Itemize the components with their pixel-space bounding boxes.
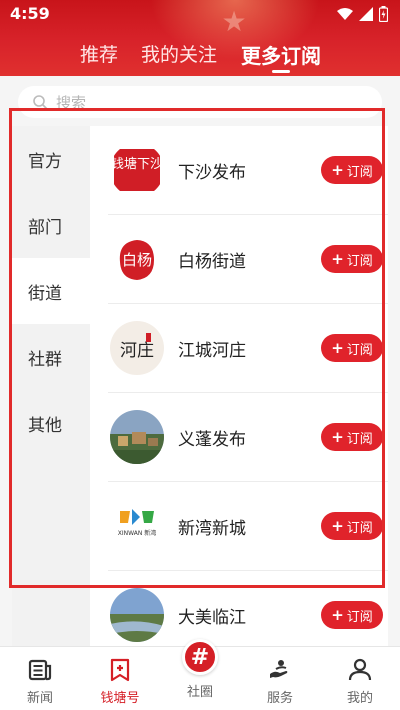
subscribe-button[interactable]: + 订阅 xyxy=(321,334,383,362)
subscribe-label: 订阅 xyxy=(346,342,373,358)
tab-recommend[interactable]: 推荐 xyxy=(80,40,118,67)
sidebar-item-community[interactable]: 社群 xyxy=(12,324,90,390)
row-name: 义蓬发布 xyxy=(178,430,246,450)
sidebar-item-label: 官方 xyxy=(28,151,62,172)
search-area: 搜索 xyxy=(0,76,400,124)
avatar xyxy=(110,410,164,464)
sidebar-item-label: 社群 xyxy=(28,349,62,370)
nav-label: 新闻 xyxy=(26,691,53,706)
plus-icon: + xyxy=(331,339,344,357)
plus-icon: + xyxy=(331,606,344,624)
avatar: XINWAN 新湾 xyxy=(110,499,164,553)
sidebar-item-official[interactable]: 官方 xyxy=(12,126,90,192)
tab-indicator xyxy=(272,70,290,73)
sidebar-item-department[interactable]: 部门 xyxy=(12,192,90,258)
linjiang-photo-icon xyxy=(110,588,164,642)
tab-more-subscriptions[interactable]: 更多订阅 xyxy=(241,40,321,69)
logo-text: XINWAN 新湾 xyxy=(118,529,156,537)
header: ★ 4:59 推荐 我的关注 更多订阅 xyxy=(0,0,400,76)
plus-icon: + xyxy=(331,250,344,268)
sidebar-item-label: 部门 xyxy=(28,217,62,238)
list-item[interactable]: 白杨 白杨街道 + 订阅 xyxy=(90,215,388,304)
status-time: 4:59 xyxy=(10,4,50,23)
nav-mine[interactable]: 我的 xyxy=(320,657,400,706)
top-tabs: 推荐 我的关注 更多订阅 xyxy=(0,40,400,74)
subscribe-button[interactable]: + 订阅 xyxy=(321,601,383,629)
subscribe-label: 订阅 xyxy=(346,253,373,269)
nav-service[interactable]: 服务 xyxy=(240,657,320,706)
nav-label: 服务 xyxy=(266,691,293,706)
sidebar-item-label: 街道 xyxy=(28,283,62,304)
wifi-icon xyxy=(337,8,353,20)
service-icon xyxy=(270,660,288,678)
subscribe-button[interactable]: + 订阅 xyxy=(321,156,383,184)
row-name: 江城河庄 xyxy=(178,341,246,361)
search-placeholder: 搜索 xyxy=(56,93,87,112)
row-name: 新湾新城 xyxy=(178,519,246,539)
nav-qiantanghao[interactable]: 钱塘号 xyxy=(80,657,160,706)
list-item[interactable]: XINWAN 新湾 新湾新城 + 订阅 xyxy=(90,482,388,571)
signal-icon xyxy=(359,7,373,21)
nav-shequan[interactable]: 社圈 xyxy=(160,677,240,700)
avatar: 白杨 xyxy=(110,232,164,286)
nav-label: 社圈 xyxy=(186,685,213,700)
xinwan-logo-icon: XINWAN 新湾 xyxy=(118,509,156,537)
avatar: 钱塘下沙 xyxy=(110,143,164,197)
status-icons xyxy=(337,6,388,22)
row-name: 白杨街道 xyxy=(178,252,246,272)
yipeng-photo-icon xyxy=(110,410,164,464)
row-name: 下沙发布 xyxy=(178,163,246,183)
subscribe-label: 订阅 xyxy=(346,520,373,536)
plus-icon: + xyxy=(331,517,344,535)
search-icon xyxy=(33,95,48,110)
search-input[interactable]: 搜索 xyxy=(18,86,382,118)
sidebar-item-label: 其他 xyxy=(28,415,62,436)
list-item[interactable]: 大美临江 + 订阅 xyxy=(90,571,388,646)
hashtag-icon[interactable]: # xyxy=(182,639,218,675)
hezhuang-logo-icon: 河庄 xyxy=(120,333,154,361)
row-name: 大美临江 xyxy=(178,608,246,628)
nav-label: 我的 xyxy=(346,691,373,706)
list-item[interactable]: 河庄 江城河庄 + 订阅 xyxy=(90,304,388,393)
subscribe-label: 订阅 xyxy=(346,431,373,447)
category-sidebar: 官方 部门 街道 社群 其他 xyxy=(12,126,90,646)
baiyang-logo-icon: 白杨 xyxy=(119,240,154,280)
logo-text: 钱塘下沙 xyxy=(111,156,163,172)
bookmark-plus-icon xyxy=(110,658,130,682)
list-item[interactable]: 钱塘下沙 下沙发布 + 订阅 xyxy=(90,126,388,215)
list-item[interactable]: 义蓬发布 + 订阅 xyxy=(90,393,388,482)
status-bar: 4:59 xyxy=(0,0,400,28)
sidebar-item-other[interactable]: 其他 xyxy=(12,390,90,456)
avatar: 河庄 xyxy=(110,321,164,375)
plus-icon: + xyxy=(331,428,344,446)
subscribe-label: 订阅 xyxy=(346,609,373,625)
person-icon xyxy=(348,658,372,681)
tab-my-follow[interactable]: 我的关注 xyxy=(141,40,217,67)
subscription-list: 钱塘下沙 下沙发布 +订阅 白杨 白杨街道 +订阅 河庄 江城河庄 +订阅 xyxy=(90,126,388,646)
avatar xyxy=(110,588,164,642)
sidebar-item-street[interactable]: 街道 xyxy=(12,258,90,324)
subscribe-button[interactable]: + 订阅 xyxy=(321,423,383,451)
subscribe-button[interactable]: + 订阅 xyxy=(321,512,383,540)
nav-news[interactable]: 新闻 xyxy=(0,657,80,706)
logo-text: 白杨 xyxy=(122,251,152,269)
subscribe-button[interactable]: + 订阅 xyxy=(321,245,383,273)
news-icon xyxy=(28,659,52,681)
battery-icon xyxy=(379,6,388,22)
logo-text: 河庄 xyxy=(120,341,154,361)
nav-label: 钱塘号 xyxy=(100,691,140,706)
bottom-nav: 新闻 钱塘号 社圈 # 服务 我的 xyxy=(0,639,400,710)
plus-icon: + xyxy=(331,161,344,179)
subscribe-label: 订阅 xyxy=(346,164,373,180)
xiasha-logo-icon: 钱塘下沙 xyxy=(111,149,163,191)
